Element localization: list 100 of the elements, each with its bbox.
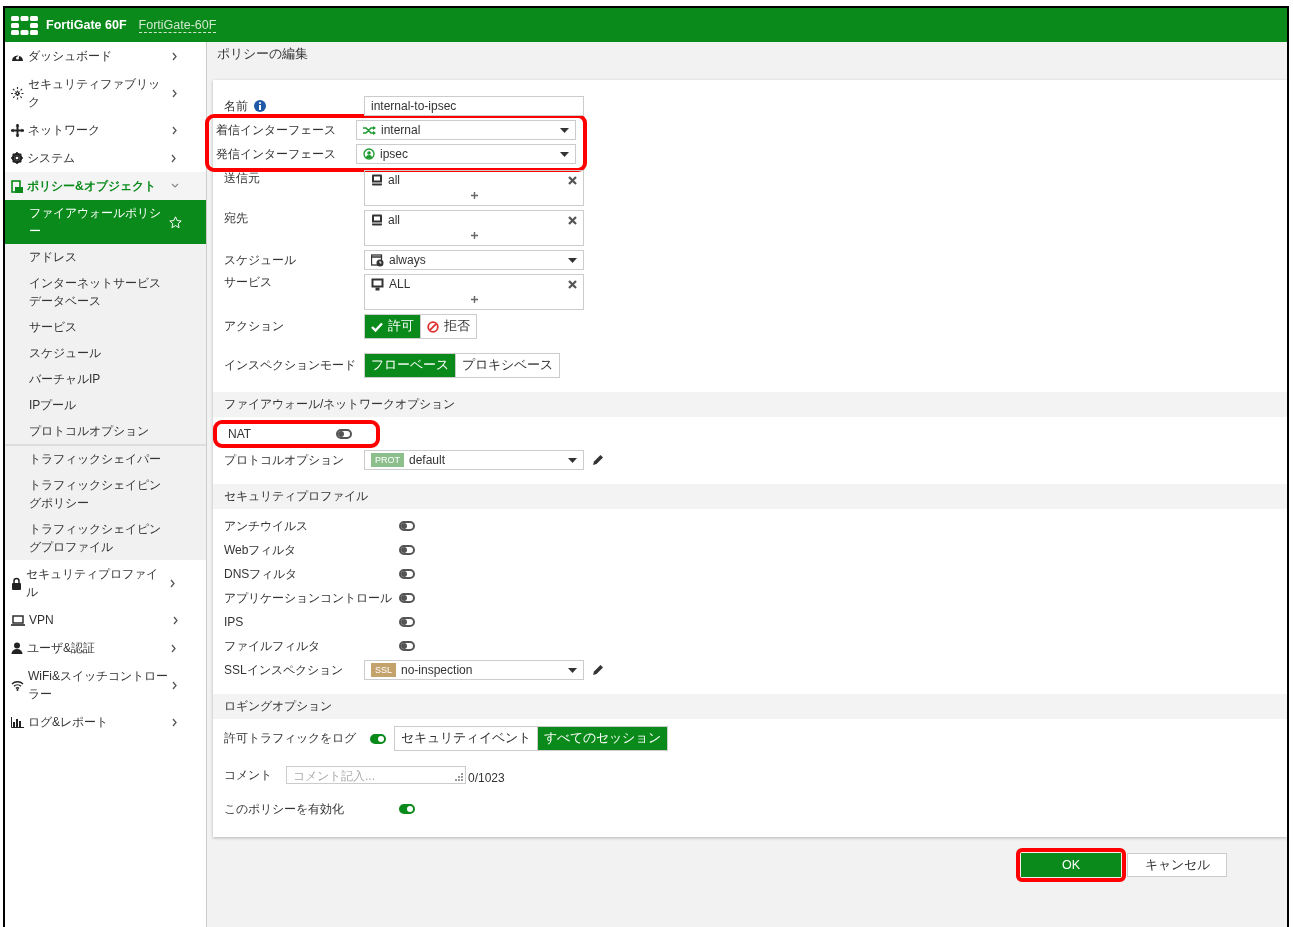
sidebar-item[interactable]: トラフィックシェイピングプロファイル	[5, 516, 206, 560]
sparkle-icon	[11, 86, 24, 100]
sidebar-item[interactable]: スケジュール	[5, 340, 206, 366]
multi-select-field[interactable]: all	[364, 210, 584, 246]
pencil-icon	[592, 664, 604, 676]
toggle-switch[interactable]	[399, 569, 415, 579]
address-book-icon	[371, 214, 383, 226]
segment-button[interactable]: 許可	[365, 315, 420, 338]
field-label: 宛先	[224, 210, 249, 227]
section-header: ファイアウォール/ネットワークオプション	[213, 392, 1287, 417]
info-icon	[254, 100, 266, 112]
remove-icon	[568, 175, 577, 185]
star-icon	[169, 215, 182, 229]
field-label: SSLインスペクション	[224, 661, 344, 679]
multi-select-field[interactable]: ALL	[364, 274, 584, 310]
crosshair-icon	[11, 123, 24, 137]
field-label: スケジュール	[224, 251, 297, 269]
segment-button[interactable]: フローベース	[365, 354, 455, 377]
field-label: NAT	[228, 427, 253, 441]
sidebar-item[interactable]: VPN	[5, 606, 206, 634]
field-label: IPS	[224, 615, 245, 629]
sidebar-item[interactable]: ログ&レポート	[5, 708, 206, 736]
sidebar-item[interactable]: セキュリティファブリック	[5, 70, 206, 116]
ok-button[interactable]: OK	[1021, 853, 1121, 877]
dropdown[interactable]: ipsec	[356, 144, 576, 164]
sidebar-item[interactable]: サービス	[5, 314, 206, 340]
field-label: アンチウイルス	[224, 517, 309, 535]
toggle-switch[interactable]	[399, 521, 415, 531]
field-label: インスペクションモード	[224, 357, 357, 374]
pencil-icon	[592, 454, 604, 466]
sidebar-item[interactable]: ダッシュボード	[5, 42, 206, 70]
toggle-switch[interactable]	[336, 429, 352, 439]
sidebar-item[interactable]: バーチャルIP	[5, 366, 206, 392]
sidebar-item[interactable]: アドレス	[5, 244, 206, 270]
gear-icon	[11, 152, 23, 164]
wifi-icon	[11, 679, 24, 691]
deny-icon	[427, 320, 439, 333]
product-name: FortiGate 60F	[46, 18, 127, 32]
toggle-switch[interactable]	[399, 617, 415, 627]
field-label: コメント	[224, 766, 273, 784]
comment-field[interactable]: コメント記入...	[286, 766, 466, 784]
field-label: 送信元	[224, 170, 261, 187]
sidebar-item[interactable]: セキュリティプロファイル	[5, 560, 206, 606]
user-icon	[11, 642, 23, 654]
remove-icon	[568, 215, 577, 225]
field-label: 発信インターフェース	[216, 145, 337, 163]
sidebar-item[interactable]: ユーザ&認証	[5, 634, 206, 662]
caret-down-icon	[568, 257, 577, 263]
segment-button[interactable]: すべてのセッション	[537, 727, 667, 750]
remove-icon	[568, 279, 577, 289]
address-book-icon	[371, 174, 383, 186]
toggle-switch[interactable]	[399, 641, 415, 651]
sidebar-item[interactable]: IPプール	[5, 392, 206, 418]
check-icon	[371, 321, 383, 332]
resize-grip-icon	[455, 773, 463, 781]
caret-down-icon	[568, 457, 577, 463]
shuffle-arrows-icon	[363, 125, 376, 135]
toggle-switch[interactable]	[399, 804, 415, 814]
dropdown[interactable]: always	[364, 250, 584, 270]
field-label: サービス	[224, 274, 273, 291]
toggle-switch[interactable]	[399, 593, 415, 603]
laptop-icon	[11, 614, 25, 626]
caret-down-icon	[560, 127, 569, 133]
dropdown[interactable]: PROT default	[364, 450, 584, 470]
calendar-clock-icon	[371, 253, 384, 267]
lock-icon	[11, 576, 22, 590]
caret-down-icon	[568, 667, 577, 673]
bar-chart-icon	[11, 716, 24, 728]
field-label: 着信インターフェース	[216, 121, 337, 139]
tunnel-icon	[363, 148, 375, 160]
dropdown[interactable]: SSL no-inspection	[364, 660, 584, 680]
hostname-link[interactable]: FortiGate-60F	[138, 17, 217, 33]
sidebar-item[interactable]: プロトコルオプション	[5, 418, 206, 444]
name-field[interactable]: internal-to-ipsec	[364, 96, 584, 116]
monitor-icon	[371, 277, 384, 291]
sidebar-item[interactable]: ポリシー&オブジェクト	[5, 172, 206, 200]
sidebar-item[interactable]: ネットワーク	[5, 116, 206, 144]
dropdown[interactable]: internal	[356, 120, 576, 140]
sidebar-item[interactable]: トラフィックシェイパー	[5, 444, 206, 472]
field-label: アクション	[224, 318, 285, 335]
caret-down-icon	[560, 151, 569, 157]
field-label: 許可トラフィックをログ	[224, 730, 357, 747]
toggle-switch[interactable]	[370, 733, 386, 744]
field-label: DNSフィルタ	[224, 565, 299, 583]
field-label: 名前	[224, 97, 248, 115]
sidebar-item[interactable]: WiFi&スイッチコントローラー	[5, 662, 206, 708]
toggle-switch[interactable]	[399, 545, 415, 555]
cancel-button[interactable]: キャンセル	[1127, 853, 1227, 877]
plus-icon	[470, 232, 478, 239]
sidebar-item[interactable]: トラフィックシェイピングポリシー	[5, 472, 206, 516]
field-label: ファイルフィルタ	[224, 637, 321, 655]
sidebar-item[interactable]: インターネットサービスデータベース	[5, 270, 206, 314]
section-header: ロギングオプション	[213, 694, 1287, 719]
multi-select-field[interactable]: all	[364, 170, 584, 206]
field-label: アプリケーションコントロール	[224, 589, 393, 607]
field-label: このポリシーを有効化	[224, 800, 345, 818]
sidebar-item[interactable]: システム	[5, 144, 206, 172]
sidebar-item[interactable]: ファイアウォールポリシー	[5, 200, 206, 244]
section-header: セキュリティプロファイル	[213, 484, 1287, 509]
clipboard-icon	[11, 179, 23, 193]
